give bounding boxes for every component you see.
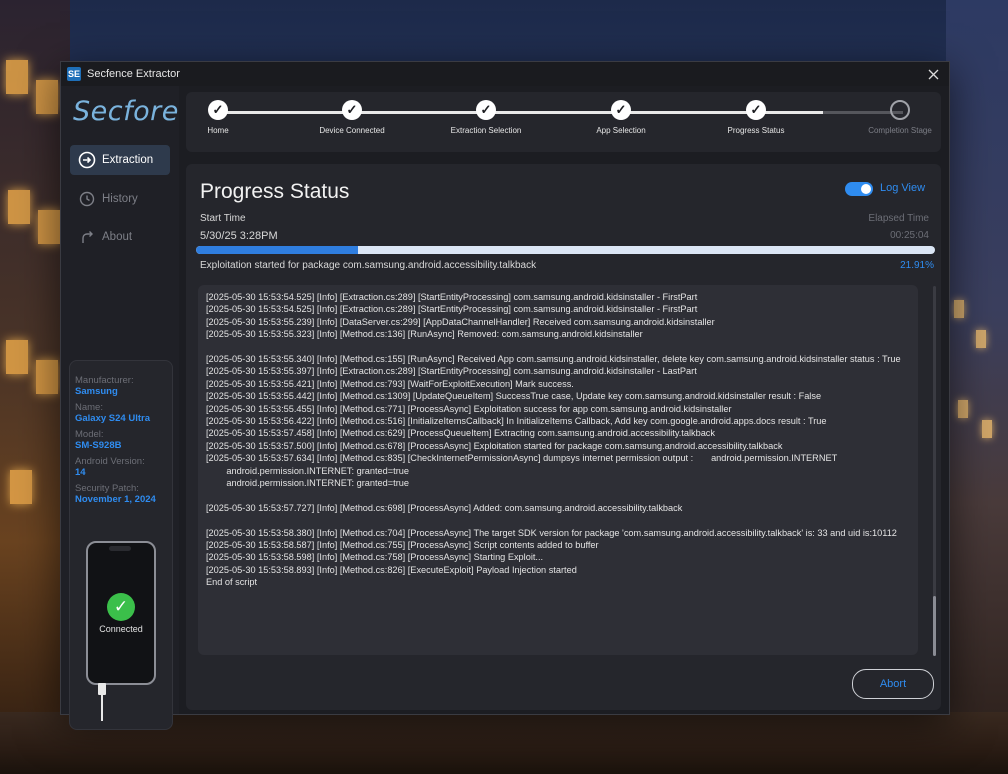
- android-version-value: 14: [75, 467, 86, 478]
- step-check-icon: ✓: [746, 100, 766, 120]
- arrow-circle-icon: [78, 151, 96, 169]
- manufacturer-label: Manufacturer:: [75, 375, 134, 386]
- close-button[interactable]: [923, 64, 943, 84]
- log-line: End of script: [206, 577, 258, 588]
- start-time-value: 5/30/25 3:28PM: [200, 230, 278, 242]
- log-line: [2025-05-30 15:53:58.893] [Info] [Method…: [206, 564, 577, 575]
- step-label: App Selection: [596, 126, 646, 135]
- log-line: [2025-05-30 15:53:55.421] [Info] [Method…: [206, 378, 574, 389]
- elapsed-time-label: Elapsed Time: [868, 213, 929, 224]
- log-line: [2025-05-30 15:53:54.525] [Info] [Extrac…: [206, 292, 698, 302]
- step-extraction-selection: ✓ Extraction Selection: [436, 100, 536, 135]
- clock-icon: [78, 190, 96, 208]
- log-line: [2025-05-30 15:53:56.422] [Info] [Method…: [206, 416, 827, 427]
- progress-bar-fill: [196, 246, 358, 254]
- sidebar-item-label: About: [102, 231, 133, 243]
- connection-status: Connected: [99, 624, 143, 634]
- step-check-icon: ✓: [476, 100, 496, 120]
- usb-cable: [101, 695, 103, 721]
- log-line: [2025-05-30 15:53:54.525] [Info] [Extrac…: [206, 304, 698, 315]
- log-view-toggle[interactable]: [845, 182, 873, 196]
- phone-notch: [109, 546, 131, 551]
- security-patch-value: November 1, 2024: [75, 494, 156, 505]
- abort-button[interactable]: Abort: [852, 669, 934, 699]
- close-icon: [928, 69, 938, 79]
- step-completion-stage: Completion Stage: [850, 100, 950, 135]
- log-line: [2025-05-30 15:53:55.323] [Info] [Method…: [206, 329, 643, 340]
- log-view-label[interactable]: Log View: [880, 182, 925, 194]
- sidebar-item-label: Extraction: [102, 154, 154, 166]
- step-check-icon: ✓: [342, 100, 362, 120]
- sidebar-item-extraction[interactable]: Extraction: [70, 145, 170, 175]
- log-line: [2025-05-30 15:53:58.380] [Info] [Method…: [206, 527, 897, 538]
- step-label: Extraction Selection: [450, 126, 522, 135]
- step-home: ✓ Home: [168, 100, 268, 135]
- log-line: [2025-05-30 15:53:55.239] [Info] [DataSe…: [206, 316, 715, 327]
- phone-illustration: ✓ Connected: [86, 541, 156, 685]
- model-value: SM-S928B: [75, 440, 122, 451]
- log-scrollbar[interactable]: [933, 286, 936, 656]
- step-label: Progress Status: [727, 126, 785, 135]
- step-progress-status: ✓ Progress Status: [706, 100, 806, 135]
- background-building-right: [946, 0, 1008, 774]
- model-label: Model:: [75, 429, 104, 440]
- android-version-label: Android Version:: [75, 456, 145, 467]
- window-title: Secfence Extractor: [87, 68, 180, 80]
- log-line: [2025-05-30 15:53:55.455] [Info] [Method…: [206, 403, 732, 414]
- log-line: [2025-05-30 15:53:57.634] [Info] [Method…: [206, 453, 838, 464]
- progress-bar: [196, 246, 935, 254]
- log-line: [2025-05-30 15:53:55.442] [Info] [Method…: [206, 391, 822, 402]
- status-message: Exploitation started for package com.sam…: [200, 260, 537, 271]
- progress-percent: 21.91%: [900, 260, 934, 271]
- log-line: [2025-05-30 15:53:57.500] [Info] [Method…: [206, 440, 783, 451]
- name-value: Galaxy S24 Ultra: [75, 413, 150, 424]
- app-icon: SE: [67, 67, 81, 81]
- log-line: [2025-05-30 15:53:58.587] [Info] [Method…: [206, 540, 599, 551]
- step-device-connected: ✓ Device Connected: [302, 100, 402, 135]
- sidebar-item-about[interactable]: About: [70, 222, 170, 252]
- title-bar: SE Secfence Extractor: [61, 62, 949, 86]
- log-line: android.permission.INTERNET: granted=tru…: [206, 465, 409, 476]
- sidebar-item-label: History: [102, 193, 138, 205]
- step-check-icon: ✓: [611, 100, 631, 120]
- sidebar: Secfore Extraction History About Manufac…: [61, 86, 179, 730]
- info-arrow-icon: [78, 228, 96, 246]
- sidebar-item-history[interactable]: History: [70, 184, 170, 214]
- log-output[interactable]: [2025-05-30 15:53:54.525] [Info] [Extrac…: [198, 285, 918, 655]
- toggle-knob: [861, 184, 871, 194]
- step-label: Device Connected: [319, 126, 385, 135]
- manufacturer-value: Samsung: [75, 386, 118, 397]
- step-label: Home: [207, 126, 229, 135]
- brand-logo: Secfore: [73, 96, 179, 127]
- log-line: [2025-05-30 15:53:55.397] [Info] [Extrac…: [206, 366, 697, 377]
- progress-stepper: ✓ Home ✓ Device Connected ✓ Extraction S…: [186, 92, 941, 152]
- start-time-label: Start Time: [200, 213, 246, 224]
- log-line: [2025-05-30 15:53:58.598] [Info] [Method…: [206, 552, 544, 563]
- elapsed-time-value: 00:25:04: [890, 230, 929, 241]
- scrollbar-thumb[interactable]: [933, 596, 936, 656]
- log-line: android.permission.INTERNET: granted=tru…: [206, 478, 409, 489]
- step-empty-circle-icon: [890, 100, 910, 120]
- page-title: Progress Status: [200, 180, 350, 203]
- app-window: SE Secfence Extractor Secfore Extraction…: [60, 61, 950, 730]
- step-app-selection: ✓ App Selection: [571, 100, 671, 135]
- check-icon: ✓: [107, 593, 135, 621]
- progress-panel: Progress Status Log View Start Time 5/30…: [186, 164, 941, 710]
- security-patch-label: Security Patch:: [75, 483, 139, 494]
- name-label: Name:: [75, 402, 103, 413]
- log-line: [2025-05-30 15:53:57.727] [Info] [Method…: [206, 502, 683, 513]
- device-info-card: Manufacturer: Samsung Name: Galaxy S24 U…: [69, 360, 173, 730]
- log-line: [2025-05-30 15:53:57.458] [Info] [Method…: [206, 428, 715, 439]
- log-line: [2025-05-30 15:53:55.340] [Info] [Method…: [206, 354, 901, 365]
- step-check-icon: ✓: [208, 100, 228, 120]
- step-label: Completion Stage: [868, 126, 932, 135]
- usb-plug: [98, 683, 106, 695]
